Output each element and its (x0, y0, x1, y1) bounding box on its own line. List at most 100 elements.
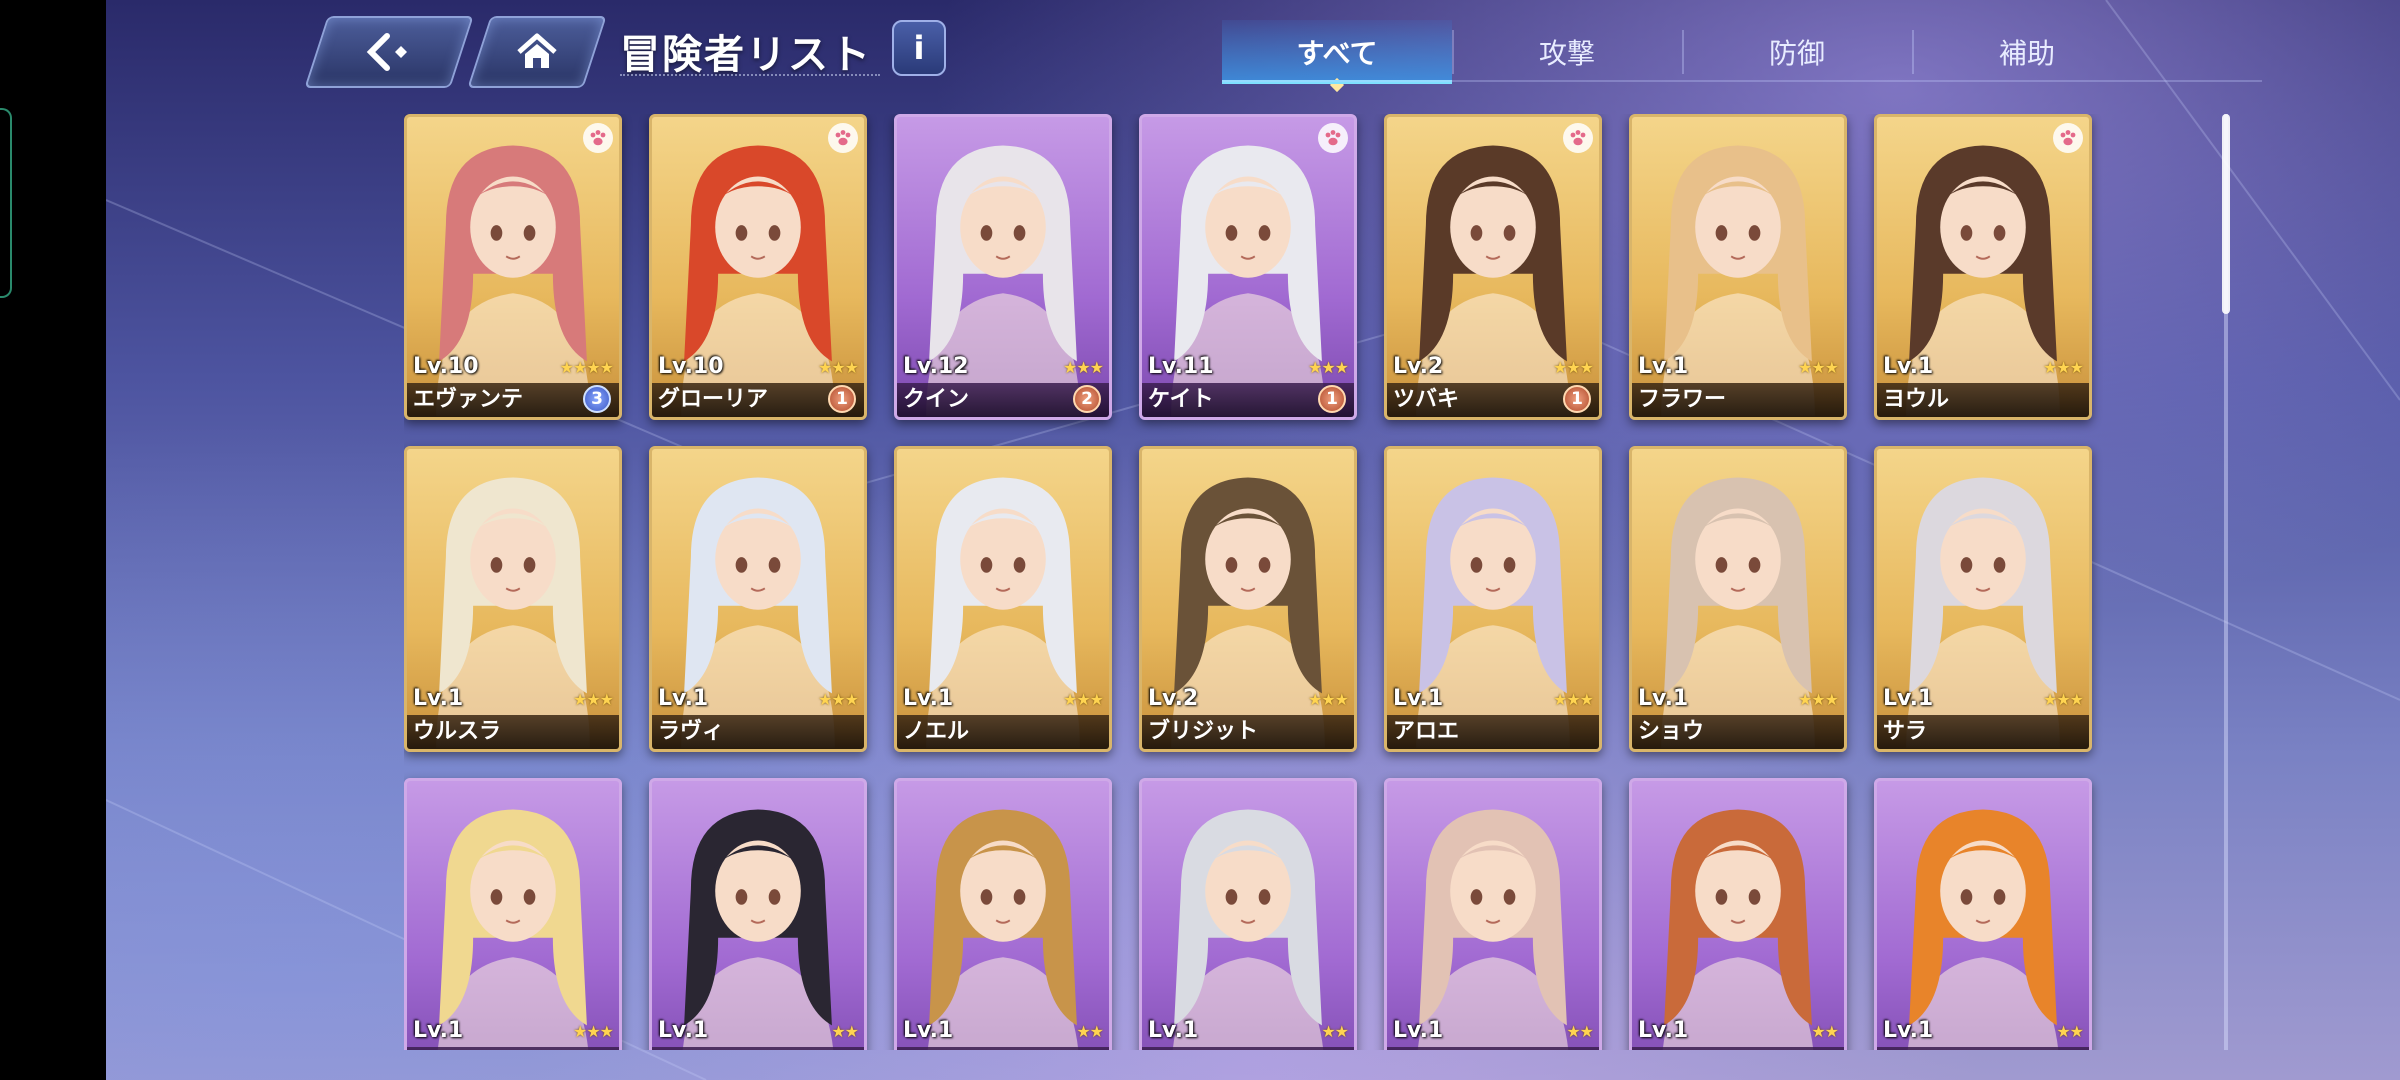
paw-print-icon (1318, 123, 1348, 153)
character-name: クイン (903, 387, 970, 412)
level-label: Lv.1 (1638, 1018, 1689, 1043)
tab-all[interactable]: すべて (1222, 20, 1452, 93)
level-label: Lv.1 (1148, 1018, 1199, 1043)
rarity-stars: ★★ (1321, 1022, 1349, 1041)
character-name: フラワー (1638, 387, 1727, 412)
tab-attack[interactable]: 攻撃 (1452, 20, 1682, 84)
page-title: 冒険者リスト (620, 32, 872, 78)
character-portrait (1907, 809, 2059, 1050)
tab-label: 攻撃 (1538, 37, 1595, 70)
rarity-stars: ★★★ (2042, 358, 2084, 377)
tabs-divider (1222, 80, 2262, 82)
character-name: ブリジット (1148, 719, 1259, 744)
adventurer-card[interactable]: Lv.1 ★★★ アロエ (1384, 446, 1602, 752)
rarity-stars: ★★★ (1552, 690, 1594, 709)
character-portrait (1417, 809, 1569, 1050)
adventurer-card[interactable]: Lv.1 ★★ (649, 778, 867, 1050)
level-label: Lv.1 (658, 686, 709, 711)
rarity-stars: ★★★★ (559, 358, 614, 377)
level-label: Lv.2 (1148, 686, 1199, 711)
left-letterbox (0, 0, 106, 1080)
game-screen: 冒険者リスト i すべて 攻撃 防御 補助 Lv.10 ★★★★ エヴァンテ 3 Lv.… (106, 0, 2400, 1080)
name-bar (1142, 1047, 1354, 1050)
rarity-stars: ★★★ (1062, 690, 1104, 709)
limit-break-badge: 1 (1563, 385, 1591, 413)
character-name: ケイト (1148, 387, 1214, 412)
rarity-stars: ★★★ (1797, 690, 1839, 709)
back-arrow-icon (366, 33, 407, 71)
rarity-stars: ★★★ (817, 358, 859, 377)
name-bar (652, 1047, 864, 1050)
level-label: Lv.10 (413, 354, 479, 379)
rarity-stars: ★★★ (1552, 358, 1594, 377)
home-button[interactable] (467, 16, 607, 88)
paw-print-icon (583, 123, 613, 153)
rarity-stars: ★★★ (2042, 690, 2084, 709)
adventurer-card[interactable]: Lv.1 ★★ (1384, 778, 1602, 1050)
adventurer-grid: Lv.10 ★★★★ エヴァンテ 3 Lv.10 ★★★ グローリア 1 Lv.12 ★★★ クイン… (404, 114, 2204, 1050)
adventurer-card[interactable]: Lv.1 ★★ (1874, 778, 2092, 1050)
level-label: Lv.1 (903, 686, 954, 711)
character-portrait (1662, 809, 1814, 1050)
tab-label: 防御 (1768, 37, 1825, 70)
adventurer-card[interactable]: Lv.1 ★★ (894, 778, 1112, 1050)
rarity-stars: ★★★ (1797, 358, 1839, 377)
scrollbar-thumb[interactable] (2222, 114, 2230, 314)
level-label: Lv.1 (1393, 1018, 1444, 1043)
rarity-stars: ★★ (2056, 1022, 2084, 1041)
level-label: Lv.11 (1148, 354, 1214, 379)
adventurer-card[interactable]: Lv.1 ★★★ サラ (1874, 446, 2092, 752)
adventurer-card[interactable]: Lv.1 ★★★ フラワー (1629, 114, 1847, 420)
level-label: Lv.1 (413, 1018, 464, 1043)
character-name: ラヴィ (658, 719, 725, 744)
rarity-stars: ★★★ (572, 1022, 614, 1041)
level-label: Lv.1 (1638, 686, 1689, 711)
character-portrait (437, 809, 589, 1050)
adventurer-card[interactable]: Lv.1 ★★★ ショウ (1629, 446, 1847, 752)
rarity-stars: ★★★ (817, 690, 859, 709)
back-button[interactable] (304, 16, 474, 88)
rarity-stars: ★★ (1811, 1022, 1839, 1041)
adventurer-card[interactable]: Lv.2 ★★★ ツバキ 1 (1384, 114, 1602, 420)
character-name: サラ (1883, 719, 1928, 744)
rarity-stars: ★★★ (1307, 358, 1349, 377)
character-portrait (927, 809, 1079, 1050)
adventurer-card[interactable]: Lv.2 ★★★ ブリジット (1139, 446, 1357, 752)
rarity-stars: ★★ (1566, 1022, 1594, 1041)
character-name: ツバキ (1393, 387, 1460, 412)
tab-support[interactable]: 補助 (1912, 20, 2142, 84)
level-label: Lv.12 (903, 354, 969, 379)
level-label: Lv.1 (1883, 686, 1934, 711)
adventurer-card[interactable]: Lv.1 ★★ (1629, 778, 1847, 1050)
rarity-stars: ★★★ (1307, 690, 1349, 709)
character-name: ショウ (1638, 719, 1705, 744)
character-portrait (682, 809, 834, 1050)
adventurer-card[interactable]: Lv.1 ★★ (1139, 778, 1357, 1050)
level-label: Lv.1 (658, 1018, 709, 1043)
adventurer-card[interactable]: Lv.1 ★★★ ヨウル (1874, 114, 2092, 420)
character-name: グローリア (658, 387, 769, 412)
limit-break-badge: 1 (1318, 385, 1346, 413)
name-bar (1632, 1047, 1844, 1050)
adventurer-card[interactable]: Lv.1 ★★★ (404, 778, 622, 1050)
adventurer-card[interactable]: Lv.1 ★★★ ウルスラ (404, 446, 622, 752)
system-edge-handle[interactable] (0, 108, 12, 298)
character-name: ヨウル (1883, 387, 1950, 412)
adventurer-card[interactable]: Lv.11 ★★★ ケイト 1 (1139, 114, 1357, 420)
level-label: Lv.1 (1638, 354, 1689, 379)
paw-print-icon (1563, 123, 1593, 153)
limit-break-badge: 3 (583, 385, 611, 413)
filter-tabs: すべて 攻撃 防御 補助 (1222, 20, 2142, 93)
name-bar (407, 1047, 619, 1050)
character-name: エヴァンテ (413, 387, 524, 412)
tab-label: 補助 (1998, 37, 2055, 70)
adventurer-card[interactable]: Lv.1 ★★★ ノエル (894, 446, 1112, 752)
tab-defense[interactable]: 防御 (1682, 20, 1912, 84)
adventurer-card[interactable]: Lv.10 ★★★★ エヴァンテ 3 (404, 114, 622, 420)
rarity-stars: ★★ (1076, 1022, 1104, 1041)
adventurer-card[interactable]: Lv.10 ★★★ グローリア 1 (649, 114, 867, 420)
info-button[interactable]: i (892, 20, 946, 76)
name-bar (1877, 1047, 2089, 1050)
adventurer-card[interactable]: Lv.1 ★★★ ラヴィ (649, 446, 867, 752)
adventurer-card[interactable]: Lv.12 ★★★ クイン 2 (894, 114, 1112, 420)
